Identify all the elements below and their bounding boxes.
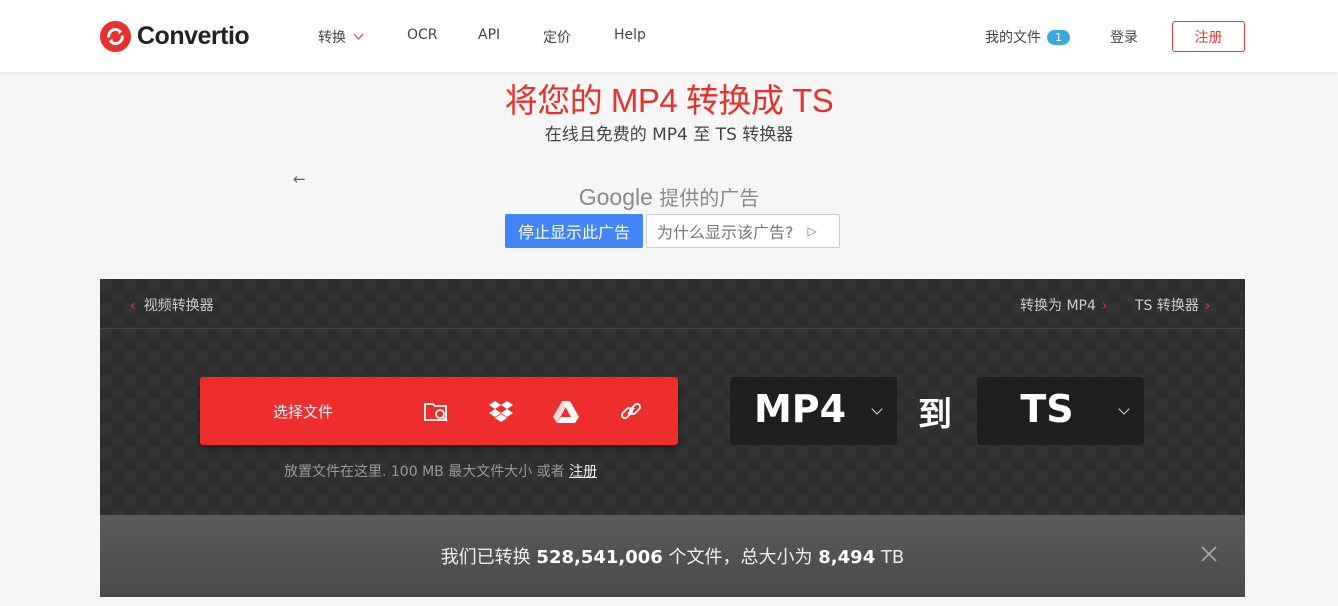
convertio-logo-icon <box>100 21 131 52</box>
nav-login[interactable]: 登录 <box>1110 27 1138 47</box>
close-icon[interactable] <box>1200 545 1218 563</box>
brand-logo[interactable]: Convertio <box>100 21 250 52</box>
dropbox-icon[interactable] <box>487 397 515 425</box>
from-format-select[interactable]: MP4 <box>730 377 897 445</box>
crumb-video-converter[interactable]: ‹ 视频转换器 <box>130 295 214 315</box>
page-subtitle: 在线且免费的 MP4 至 TS 转换器 <box>544 125 794 145</box>
signup-button[interactable]: 注册 <box>1172 21 1245 52</box>
stats-size: 8,494 <box>818 547 876 568</box>
choose-files-button[interactable]: 选择文件 <box>273 401 333 422</box>
brand-name: Convertio <box>137 22 250 50</box>
drop-hint-signup-link[interactable]: 注册 <box>569 464 597 480</box>
to-format-label: TS <box>1020 387 1074 431</box>
my-files-label: 我的文件 <box>985 30 1041 46</box>
ad-provider-line: Google 提供的广告 <box>0 182 1338 211</box>
chevron-left-icon: ‹ <box>130 298 136 314</box>
chevron-down-icon <box>1118 403 1130 415</box>
from-format-label: MP4 <box>753 387 847 431</box>
crumb-convert-to-mp4[interactable]: 转换为 MP4 › <box>1020 295 1108 315</box>
nav-pricing[interactable]: 定价 <box>543 27 571 47</box>
crumb-ts-converter[interactable]: TS 转换器 › <box>1135 295 1211 315</box>
crumb-back-label: 视频转换器 <box>143 298 214 314</box>
page-title: 将您的 MP4 转换成 TS <box>504 82 834 119</box>
ad-provided-label: 提供的广告 <box>659 186 760 210</box>
stats-text: 我们已转换 528,541,006 个文件，总大小为 8,494 TB <box>100 543 1245 569</box>
nav-my-files[interactable]: 我的文件 1 <box>985 27 1070 47</box>
drop-hint-text: 放置文件在这里. 100 MB 最大文件大小 或者 <box>284 464 570 480</box>
google-drive-icon[interactable] <box>552 397 580 425</box>
nav-convert[interactable]: 转换 <box>318 27 364 47</box>
stats-bar: 我们已转换 528,541,006 个文件，总大小为 8,494 TB <box>100 515 1245 597</box>
top-header: Convertio 转换 OCR API 定价 Help 我的文件 1 登录 注册 <box>0 0 1338 72</box>
nav-convert-label: 转换 <box>318 30 346 46</box>
upload-box[interactable]: 选择文件 <box>200 377 678 445</box>
chevron-right-icon: › <box>1101 298 1108 314</box>
chevron-down-icon <box>871 403 883 415</box>
to-word: 到 <box>918 395 952 435</box>
link-icon[interactable] <box>617 397 645 425</box>
breadcrumb: ‹ 视频转换器 转换为 MP4 › TS 转换器 › <box>100 279 1245 329</box>
nav-api[interactable]: API <box>478 27 500 43</box>
stats-middle: 个文件，总大小为 <box>662 547 819 568</box>
nav-help[interactable]: Help <box>614 27 646 43</box>
crumb-mp4-label: 转换为 MP4 <box>1020 298 1096 314</box>
nav-ocr[interactable]: OCR <box>407 27 438 43</box>
stats-unit: TB <box>875 547 905 568</box>
stats-prefix: 我们已转换 <box>440 547 537 568</box>
stop-ad-button[interactable]: 停止显示此广告 <box>505 214 643 248</box>
chevron-down-icon <box>353 29 364 40</box>
why-ad-button[interactable]: 为什么显示该广告? ▷ <box>646 214 840 248</box>
stats-file-count: 528,541,006 <box>536 547 663 568</box>
crumb-ts-label: TS 转换器 <box>1135 298 1199 314</box>
drop-hint: 放置文件在这里. 100 MB 最大文件大小 或者 注册 <box>284 461 597 481</box>
to-format-select[interactable]: TS <box>977 377 1144 445</box>
chevron-right-icon: › <box>1204 298 1211 314</box>
google-wordmark: Google <box>578 184 653 210</box>
why-ad-label: 为什么显示该广告? <box>657 223 794 242</box>
play-triangle-icon: ▷ <box>807 224 817 238</box>
converter-panel: ‹ 视频转换器 转换为 MP4 › TS 转换器 › 选择文件 放置文件在这里. 10… <box>100 279 1245 515</box>
folder-search-icon[interactable] <box>422 397 450 425</box>
files-count-badge: 1 <box>1047 30 1070 45</box>
